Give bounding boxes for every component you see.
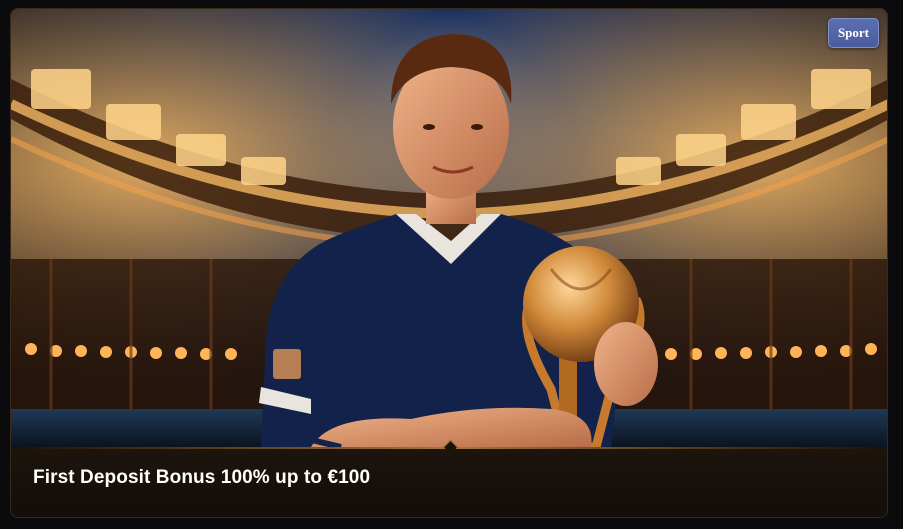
promo-banner-image[interactable]: Sport — [11, 9, 887, 447]
promo-card[interactable]: Sport First Deposit Bonus 100% up to €10… — [10, 8, 888, 518]
promo-title[interactable]: First Deposit Bonus 100% up to €100 — [33, 467, 370, 489]
stadium-player-illustration — [11, 9, 887, 447]
promo-caption[interactable]: First Deposit Bonus 100% up to €100 — [11, 449, 887, 517]
category-badge-sport[interactable]: Sport — [827, 18, 879, 48]
